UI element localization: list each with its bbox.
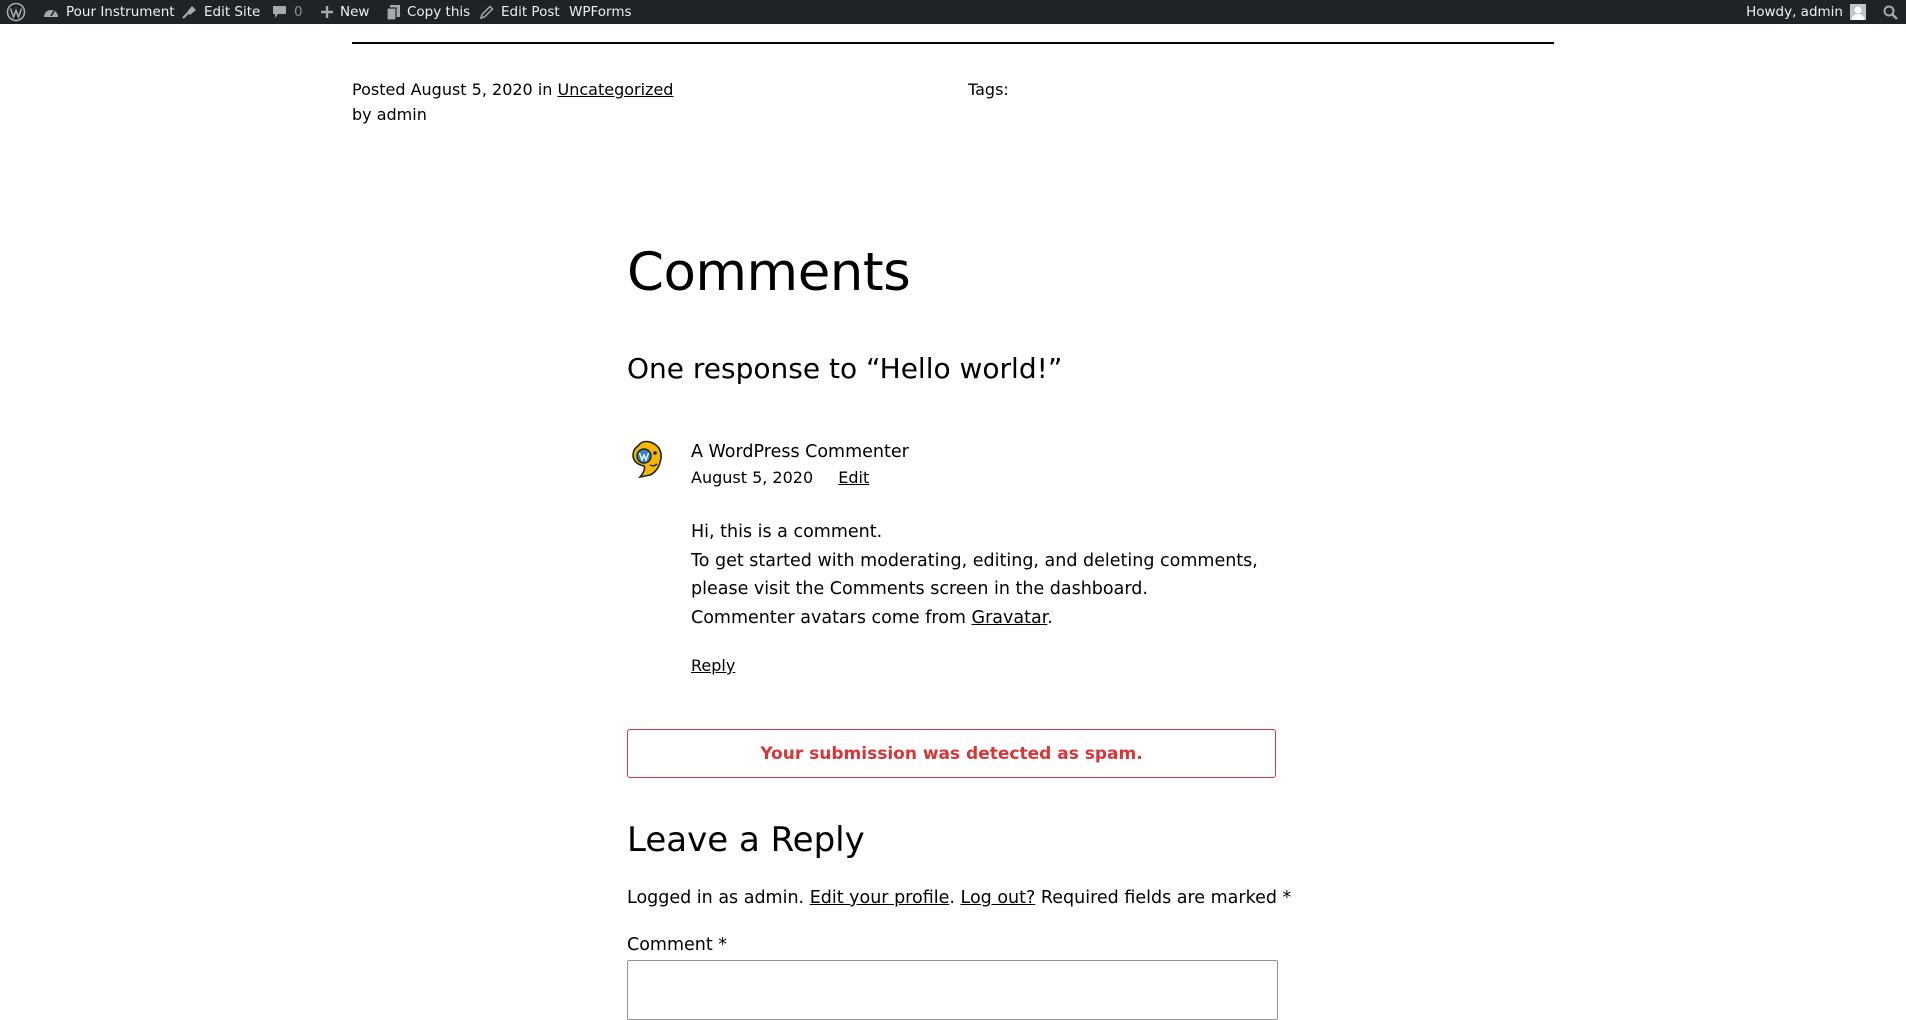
comments-count: 0 <box>294 4 303 20</box>
site-name-menu[interactable]: Pour Instrument <box>43 0 175 24</box>
comment-meta: August 5, 2020 Edit <box>691 466 869 490</box>
in-label: in <box>537 80 553 99</box>
gravatar-suffix: . <box>1047 607 1053 628</box>
howdy-label: Howdy, admin <box>1746 4 1843 20</box>
leave-reply-heading: Leave a Reply <box>627 820 865 860</box>
edit-post-label: Edit Post <box>501 4 560 20</box>
comment-bubble-icon <box>272 5 287 19</box>
required-fields-note: Required fields are marked * <box>1040 888 1292 908</box>
edit-site-label: Edit Site <box>204 4 261 20</box>
commenter-avatar <box>628 438 666 479</box>
copy-this-button[interactable]: Copy this <box>387 0 470 24</box>
gravatar-prefix: Commenter avatars come from <box>691 607 966 628</box>
wpforms-menu[interactable]: WPForms <box>569 0 632 24</box>
spam-error-notice: Your submission was detected as spam. <box>627 729 1276 778</box>
search-icon[interactable] <box>1883 0 1898 24</box>
comment-date: August 5, 2020 <box>691 468 814 487</box>
comment-textarea[interactable] <box>627 960 1278 1020</box>
comments-heading: Comments <box>627 242 911 303</box>
wordpress-logo-icon[interactable] <box>6 0 26 24</box>
log-out-link[interactable]: Log out? <box>961 888 1036 908</box>
tags-label: Tags: <box>968 80 1009 99</box>
plus-icon <box>321 6 333 18</box>
new-content-button[interactable]: New <box>321 0 369 24</box>
site-name-label: Pour Instrument <box>66 4 175 20</box>
brush-icon <box>181 4 197 20</box>
edit-profile-link[interactable]: Edit your profile <box>810 888 950 908</box>
responses-heading: One response to “Hello world!” <box>627 352 1063 385</box>
post-date-line: Posted August 5, 2020 in Uncategorized <box>352 78 673 102</box>
copy-this-label: Copy this <box>407 4 471 20</box>
category-link[interactable]: Uncategorized <box>558 80 674 99</box>
comment-content: Hi, this is a comment. To get started wi… <box>691 518 1291 632</box>
comment-field-label: Comment * <box>627 935 728 955</box>
comment-line: To get started with moderating, editing,… <box>691 550 1258 600</box>
comment-line: Commenter avatars come from Gravatar. <box>691 604 1291 633</box>
post-date: August 5, 2020 <box>410 80 533 99</box>
logged-in-text: Logged in as admin. <box>627 888 805 908</box>
new-label: New <box>340 4 370 20</box>
wpforms-label: WPForms <box>569 4 632 20</box>
edit-site-button[interactable]: Edit Site <box>181 0 260 24</box>
admin-bar: Pour Instrument Edit Site 0 New Copy thi… <box>0 0 1906 24</box>
posted-label: Posted <box>352 80 406 99</box>
dashboard-gauge-icon <box>43 5 59 19</box>
comment-line: Hi, this is a comment. <box>691 522 883 542</box>
reply-link[interactable]: Reply <box>691 654 735 678</box>
post-author: by admin <box>352 105 427 124</box>
period: . <box>949 888 955 908</box>
edit-post-button[interactable]: Edit Post <box>479 0 560 24</box>
comment-edit-link[interactable]: Edit <box>838 468 869 487</box>
comments-button[interactable]: 0 <box>272 0 303 24</box>
logged-in-notice: Logged in as admin. Edit your profile. L… <box>627 885 1291 911</box>
separator-line <box>352 42 1554 44</box>
comment-author: A WordPress Commenter <box>691 442 909 462</box>
pencil-icon <box>479 4 494 20</box>
user-avatar-icon <box>1850 4 1866 20</box>
account-menu[interactable]: Howdy, admin <box>1746 0 1866 24</box>
gravatar-link[interactable]: Gravatar <box>972 608 1048 628</box>
copy-icon <box>387 4 400 20</box>
